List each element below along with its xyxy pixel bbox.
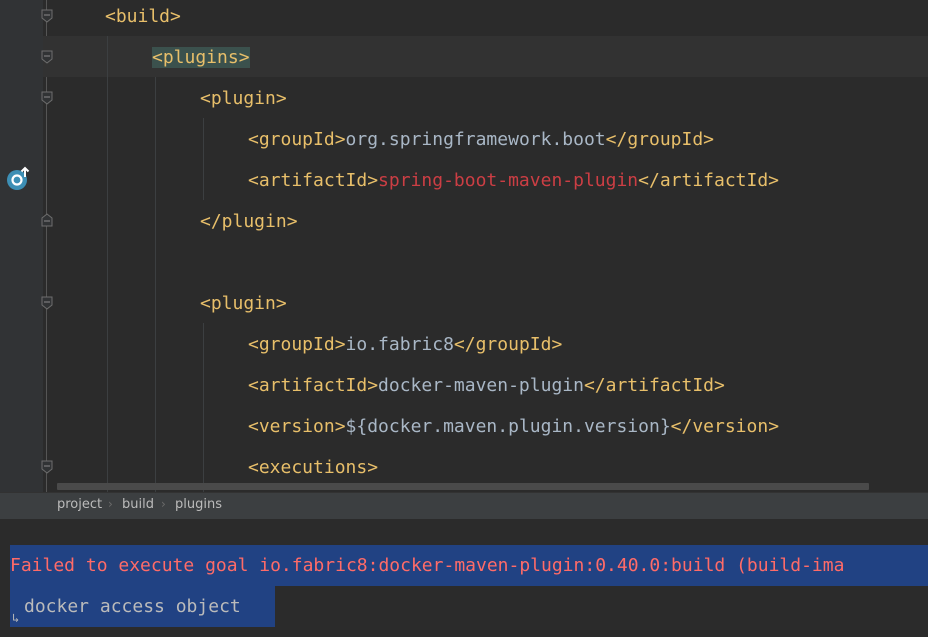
fold-end-marker-icon[interactable] [40,213,54,227]
xml-tag: </artifactId> [583,375,725,396]
xml-tag: <groupId> [248,129,346,150]
xml-tag: </plugin> [200,211,298,232]
breadcrumb: project › build › plugins [0,492,928,519]
xml-tag: <executions> [248,457,379,478]
indent-guide [203,118,204,200]
xml-value: org.springframework.boot [345,129,606,150]
xml-value: io.fabric8 [345,334,454,355]
code-line-groupid[interactable]: <groupId>org.springframework.boot</group… [248,119,714,160]
code-line-plugin-close[interactable]: </plugin> [200,201,298,242]
indent-guide [203,323,204,492]
breadcrumb-item-plugins[interactable]: plugins [175,497,222,512]
fold-marker-icon[interactable] [40,296,54,310]
xml-value: ${docker.maven.plugin.version} [345,416,671,437]
code-line-groupid[interactable]: <groupId>io.fabric8</groupId> [248,324,562,365]
xml-tag: <version> [248,416,346,437]
run-gutter-icon[interactable] [5,166,31,192]
xml-tag: <plugin> [200,88,287,109]
xml-tag: </artifactId> [638,170,780,191]
xml-tag: <artifactId> [248,170,379,191]
console-error-detail[interactable]: docker access object [10,586,275,627]
breadcrumb-chevron-icon: › [161,497,166,511]
code-line-artifactid[interactable]: <artifactId>spring-boot-maven-plugin</ar… [248,160,779,201]
console-error-line[interactable]: Failed to execute goal io.fabric8:docker… [10,545,928,586]
xml-tag: <artifactId> [248,375,379,396]
code-line-artifactid[interactable]: <artifactId>docker-maven-plugin</artifac… [248,365,725,406]
code-line-executions[interactable]: <executions> [248,447,378,488]
xml-tag: <plugin> [200,293,287,314]
code-line-plugin-open[interactable]: <plugin> [200,78,287,119]
editor-gutter[interactable] [0,0,43,492]
indent-guide [155,77,156,492]
code-editor[interactable]: <build> <plugins> <plugin> <groupId>org.… [0,0,928,492]
fold-marker-icon[interactable] [40,91,54,105]
breadcrumb-chevron-icon: › [108,497,113,511]
code-line-build[interactable]: <build> [105,0,181,37]
code-line-version[interactable]: <version>${docker.maven.plugin.version}<… [248,406,779,447]
fold-marker-icon[interactable] [40,9,54,23]
xml-tag: </version> [670,416,780,437]
code-line-plugin-open[interactable]: <plugin> [200,283,287,324]
soft-wrap-icon: ↳ [12,611,20,625]
code-line-plugins[interactable]: <plugins> [152,37,250,78]
xml-tag: <groupId> [248,334,346,355]
fold-marker-icon[interactable] [40,460,54,474]
breadcrumb-item-project[interactable]: project [57,497,102,512]
xml-value: docker-maven-plugin [378,375,584,396]
xml-tag: </groupId> [453,334,563,355]
xml-tag: <build> [105,6,181,27]
xml-tag-matched: <plugins> [152,47,250,68]
horizontal-scrollbar[interactable] [57,483,869,490]
indent-guide [107,36,108,492]
fold-marker-icon[interactable] [40,50,54,64]
xml-value-unresolved: spring-boot-maven-plugin [378,170,639,191]
xml-tag: </groupId> [605,129,715,150]
breadcrumb-item-build[interactable]: build [122,497,154,512]
